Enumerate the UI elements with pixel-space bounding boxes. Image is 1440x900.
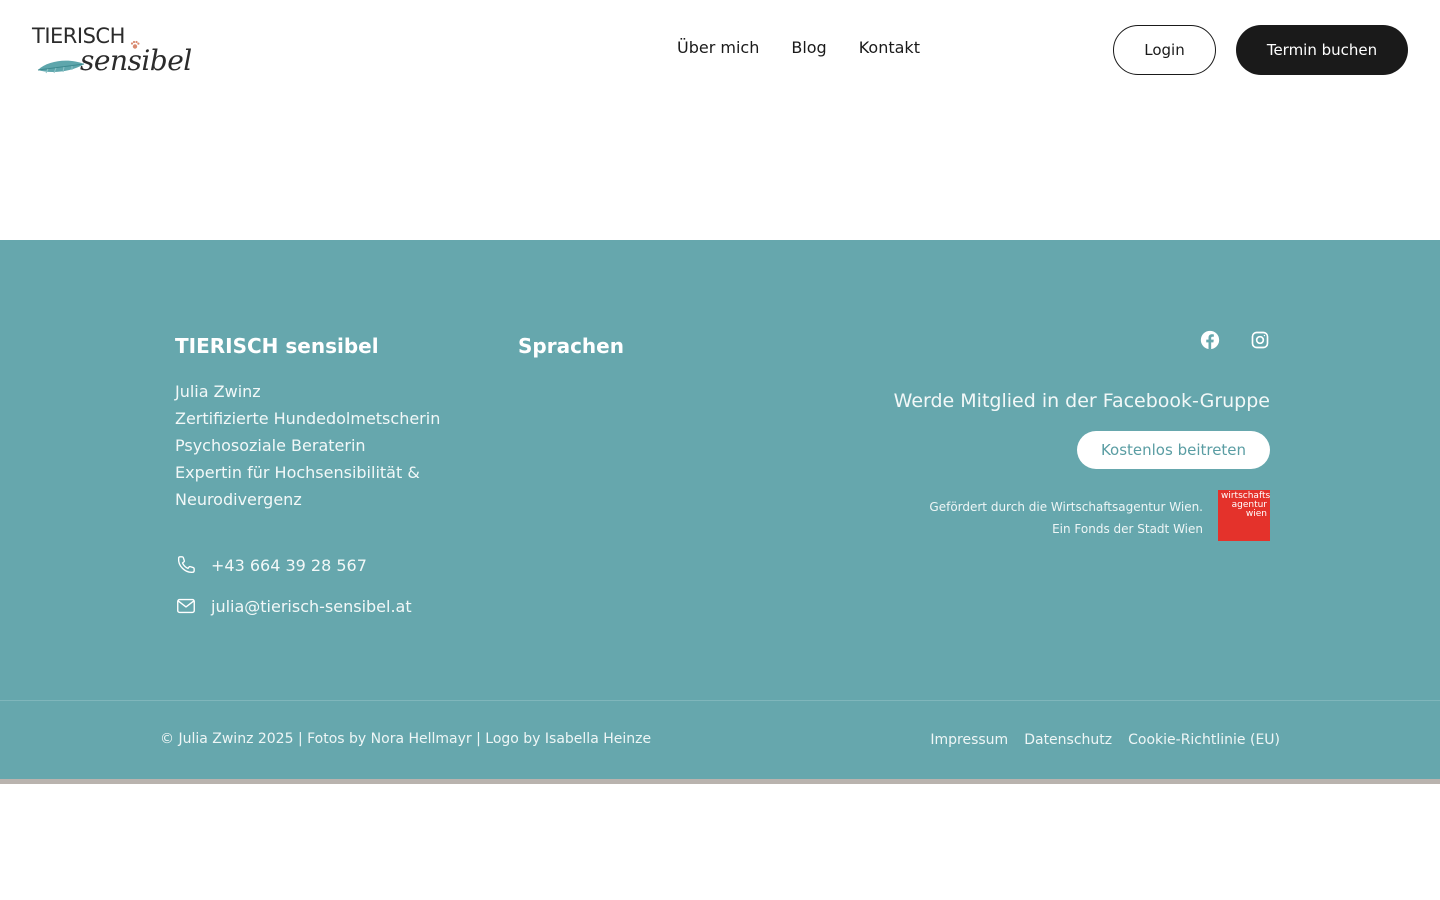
footer-about-line: Neurodivergenz bbox=[175, 490, 302, 509]
footer-about-text: Julia Zwinz Zertifizierte Hundedolmetsch… bbox=[175, 378, 475, 513]
instagram-link[interactable] bbox=[1250, 330, 1270, 350]
main-nav: Über mich Blog Kontakt bbox=[677, 38, 920, 57]
mail-icon bbox=[177, 598, 195, 614]
logo-wordmark-script: sensibel bbox=[80, 44, 192, 77]
site-header: TIERISCH sensibel Über mich Blog Kontakt… bbox=[0, 0, 1440, 100]
login-button[interactable]: Login bbox=[1113, 25, 1216, 75]
cookie-policy-link[interactable]: Cookie-Richtlinie (EU) bbox=[1128, 732, 1280, 748]
phone-link[interactable]: +43 664 39 28 567 bbox=[175, 554, 367, 576]
facebook-group-text: Werde Mitglied in der Facebook-Gruppe bbox=[893, 390, 1270, 412]
feather-icon bbox=[37, 60, 85, 74]
sponsor-line: Gefördert durch die Wirtschaftsagentur W… bbox=[929, 500, 1203, 514]
footer-about-line: Zertifizierte Hundedolmetscherin bbox=[175, 409, 441, 428]
footer-about-line: Julia Zwinz bbox=[175, 382, 261, 401]
site-footer: TIERISCH sensibel Julia Zwinz Zertifizie… bbox=[0, 240, 1440, 700]
facebook-icon bbox=[1200, 330, 1220, 350]
sponsor-logo-text: wien bbox=[1245, 509, 1267, 519]
footer-bottom-bar: © Julia Zwinz 2025 | Fotos by Nora Hellm… bbox=[0, 700, 1440, 779]
sponsor-line: Ein Fonds der Stadt Wien bbox=[1052, 522, 1203, 536]
footer-languages-column: Sprachen bbox=[518, 334, 624, 358]
copyright-text: © Julia Zwinz 2025 | Fotos by Nora Hellm… bbox=[160, 731, 652, 747]
nav-link-kontakt[interactable]: Kontakt bbox=[859, 38, 920, 57]
footer-about-line: Expertin für Hochsensibilität & bbox=[175, 463, 420, 482]
phone-number: +43 664 39 28 567 bbox=[211, 555, 367, 575]
facebook-link[interactable] bbox=[1200, 330, 1220, 350]
join-facebook-group-button[interactable]: Kostenlos beitreten bbox=[1077, 431, 1270, 469]
instagram-icon bbox=[1251, 331, 1269, 349]
sponsor-text: Gefördert durch die Wirtschaftsagentur W… bbox=[929, 496, 1203, 540]
nav-link-blog[interactable]: Blog bbox=[791, 38, 826, 57]
datenschutz-link[interactable]: Datenschutz bbox=[1024, 732, 1112, 748]
email-address: julia@tierisch-sensibel.at bbox=[211, 596, 412, 616]
nav-link-ueber-mich[interactable]: Über mich bbox=[677, 38, 759, 57]
social-links bbox=[1200, 330, 1270, 350]
footer-about-column: TIERISCH sensibel Julia Zwinz Zertifizie… bbox=[175, 334, 475, 513]
footer-languages-title: Sprachen bbox=[518, 334, 624, 358]
book-appointment-button[interactable]: Termin buchen bbox=[1236, 25, 1408, 75]
phone-icon bbox=[177, 556, 195, 573]
impressum-link[interactable]: Impressum bbox=[930, 732, 1008, 748]
site-logo[interactable]: TIERISCH sensibel bbox=[32, 24, 192, 78]
legal-links: Impressum Datenschutz Cookie-Richtlinie … bbox=[930, 732, 1280, 748]
footer-about-title: TIERISCH sensibel bbox=[175, 334, 379, 358]
footer-about-line: Psychosoziale Beraterin bbox=[175, 436, 366, 455]
wirtschaftsagentur-logo[interactable]: wirtschafts agentur wien bbox=[1218, 490, 1270, 541]
bottom-divider bbox=[0, 779, 1440, 784]
email-link[interactable]: julia@tierisch-sensibel.at bbox=[175, 595, 412, 617]
